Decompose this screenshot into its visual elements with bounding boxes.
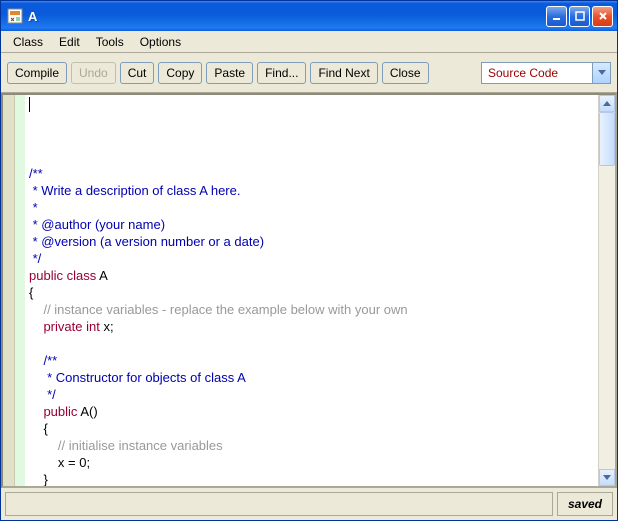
code-line: // instance variables - replace the exam… <box>29 301 594 318</box>
statusbar: saved <box>1 488 617 520</box>
scrollbar-track[interactable] <box>599 166 615 469</box>
code-line: { <box>29 420 594 437</box>
paste-button[interactable]: Paste <box>206 62 253 84</box>
minimize-icon <box>552 11 562 21</box>
scroll-up-button[interactable] <box>599 95 615 112</box>
compile-button[interactable]: Compile <box>7 62 67 84</box>
text-cursor <box>29 97 30 112</box>
close-window-button[interactable] <box>592 6 613 27</box>
code-line <box>29 335 594 352</box>
code-line: */ <box>29 250 594 267</box>
menu-tools[interactable]: Tools <box>88 33 132 51</box>
close-icon <box>598 11 608 21</box>
vertical-scrollbar[interactable] <box>598 95 615 486</box>
code-line: /** <box>29 165 594 182</box>
view-selector-value: Source Code <box>482 66 592 80</box>
code-line <box>29 148 594 165</box>
saved-indicator: saved <box>557 492 613 516</box>
app-icon <box>7 8 23 24</box>
code-line: * Write a description of class A here. <box>29 182 594 199</box>
menu-class[interactable]: Class <box>5 33 51 51</box>
code-line: x = 0; <box>29 454 594 471</box>
app-window: A Class Edit Tools Options Compile Undo … <box>0 0 618 521</box>
toolbar: Compile Undo Cut Copy Paste Find... Find… <box>1 53 617 93</box>
close-button[interactable]: Close <box>382 62 429 84</box>
menubar: Class Edit Tools Options <box>1 31 617 53</box>
view-selector[interactable]: Source Code <box>481 62 611 84</box>
find-button[interactable]: Find... <box>257 62 306 84</box>
editor-gutter <box>3 95 15 486</box>
maximize-button[interactable] <box>569 6 590 27</box>
code-line: * @version (a version number or a date) <box>29 233 594 250</box>
scrollbar-thumb[interactable] <box>599 112 615 166</box>
code-line: public A() <box>29 403 594 420</box>
maximize-icon <box>575 11 585 21</box>
scroll-down-button[interactable] <box>599 469 615 486</box>
code-line: } <box>29 471 594 486</box>
code-line: private int x; <box>29 318 594 335</box>
editor-area: /** * Write a description of class A her… <box>1 93 617 488</box>
code-line: */ <box>29 386 594 403</box>
code-line: public class A <box>29 267 594 284</box>
cut-button[interactable]: Cut <box>120 62 155 84</box>
chevron-down-icon <box>603 475 611 481</box>
window-title: A <box>28 9 546 24</box>
chevron-up-icon <box>603 101 611 107</box>
code-line: { <box>29 284 594 301</box>
code-line: * Constructor for objects of class A <box>29 369 594 386</box>
copy-button[interactable]: Copy <box>158 62 202 84</box>
titlebar[interactable]: A <box>1 1 617 31</box>
undo-button: Undo <box>71 62 116 84</box>
code-line: /** <box>29 352 594 369</box>
code-line: * @author (your name) <box>29 216 594 233</box>
status-message-area <box>5 492 553 516</box>
minimize-button[interactable] <box>546 6 567 27</box>
scope-bar <box>15 95 25 486</box>
code-line: * <box>29 199 594 216</box>
chevron-down-icon <box>592 63 610 83</box>
code-line: // initialise instance variables <box>29 437 594 454</box>
menu-edit[interactable]: Edit <box>51 33 88 51</box>
window-controls <box>546 6 613 27</box>
menu-options[interactable]: Options <box>132 33 189 51</box>
code-editor[interactable]: /** * Write a description of class A her… <box>25 95 598 486</box>
find-next-button[interactable]: Find Next <box>310 62 377 84</box>
